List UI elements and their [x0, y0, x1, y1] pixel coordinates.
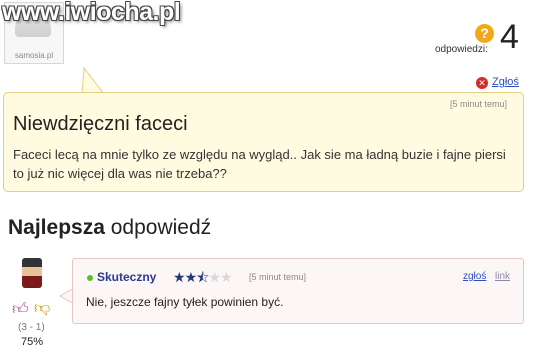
star-empty-icon: ★ — [219, 269, 233, 285]
answer-time: [5 minut temu] — [249, 272, 307, 282]
question-body: Faceci lecą na mnie tylko ze względu na … — [13, 147, 506, 181]
report-x-icon: ✕ — [476, 77, 488, 89]
answer-bubble: Skuteczny ★★⯪★★ [5 minut temu] zgłoś lin… — [72, 258, 524, 324]
question-mark-icon: ? — [475, 24, 494, 43]
answer-username[interactable]: Skuteczny — [97, 270, 156, 284]
vote-percent: 75% — [21, 336, 44, 348]
question-time: [5 minut temu] — [449, 99, 507, 109]
avatar-caption: samosia.pl — [14, 51, 54, 60]
half-star-icon: ⯪ — [196, 269, 209, 285]
thumbs-up-icon[interactable]: 👍︎ — [12, 300, 29, 319]
star-icon: ★ — [173, 269, 186, 285]
question-bubble: [5 minut temu] Niewdzięczni faceci Facec… — [3, 92, 524, 192]
best-answer-heading: Najlepsza odpowiedź — [8, 216, 211, 240]
star-icon: ★ — [184, 269, 198, 285]
best-answer-heading-bold: Najlepsza — [8, 216, 105, 239]
report-answer-link[interactable]: zgłoś — [463, 271, 486, 282]
answers-count: 4 — [500, 18, 519, 56]
report-question-link[interactable]: ✕ Zgłoś — [476, 76, 519, 89]
answer-permalink[interactable]: link — [495, 271, 510, 282]
star-empty-icon: ★ — [208, 269, 221, 285]
answerer-avatar[interactable] — [22, 258, 42, 288]
online-status-dot — [87, 275, 93, 281]
answers-label: odpowiedzi: — [435, 44, 488, 55]
site-watermark: www.iwiocha.pl — [2, 0, 181, 26]
question-bubble-tail — [81, 66, 106, 96]
rating-stars: ★★⯪★★ — [173, 267, 232, 291]
vote-score: (3 - 1) — [18, 322, 45, 333]
answer-body: Nie, jeszcze fajny tyłek powinien być. — [86, 295, 284, 309]
report-question-label: Zgłoś — [492, 76, 519, 88]
question-title: Niewdzięczni faceci — [13, 113, 188, 135]
best-answer-heading-rest: odpowiedź — [110, 216, 212, 239]
thumbs-down-icon[interactable]: 👎︎ — [34, 299, 50, 318]
